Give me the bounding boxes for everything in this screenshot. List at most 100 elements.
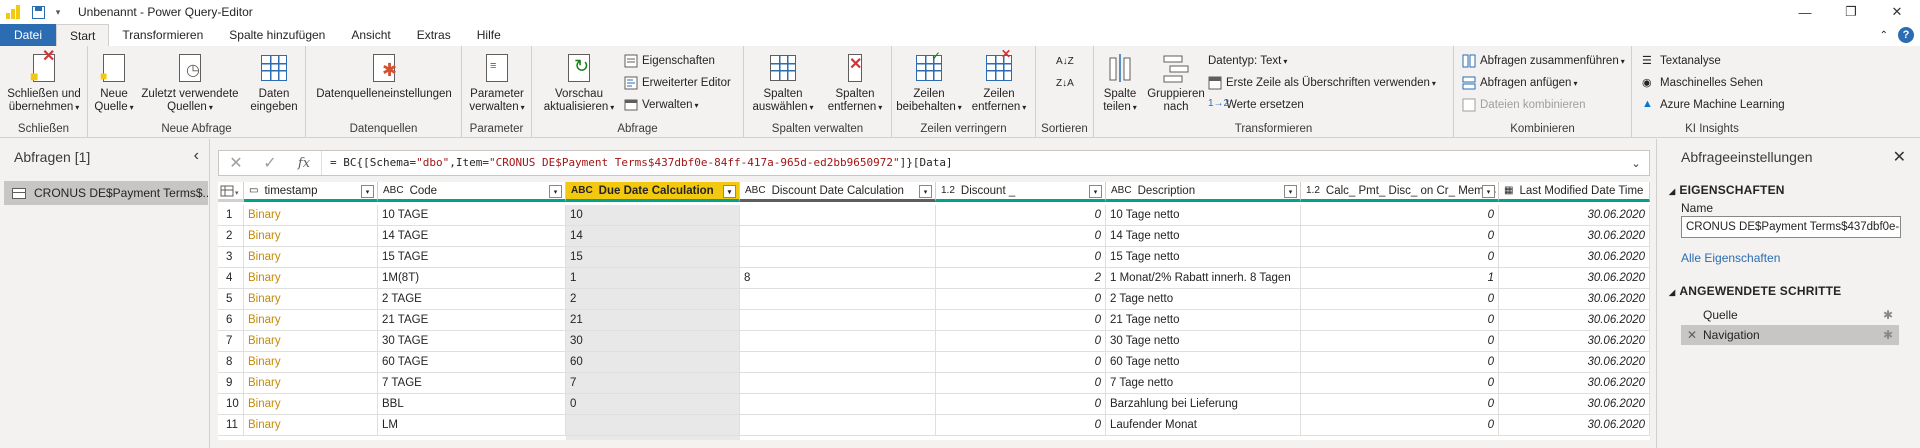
group-by-button[interactable]: Gruppieren nach: [1142, 52, 1210, 114]
table-cell[interactable]: 8: [740, 268, 936, 289]
table-cell[interactable]: 15 TAGE: [378, 247, 566, 268]
table-cell[interactable]: 30 TAGE: [378, 331, 566, 352]
column-header[interactable]: ▦ Last Modified Date Time: [1499, 182, 1650, 202]
combine-files-button[interactable]: Dateien kombinieren: [1462, 96, 1585, 114]
row-number[interactable]: 11: [218, 415, 244, 436]
advanced-editor-button[interactable]: Erweiterter Editor: [624, 74, 731, 92]
table-cell[interactable]: 0: [936, 415, 1106, 436]
filter-dropdown-icon[interactable]: ▾: [1482, 185, 1495, 198]
table-cell[interactable]: 7 Tage netto: [1106, 373, 1301, 394]
tab-ansicht[interactable]: Ansicht: [338, 24, 403, 46]
table-cell[interactable]: 15 Tage netto: [1106, 247, 1301, 268]
table-cell[interactable]: 0: [936, 247, 1106, 268]
table-cell[interactable]: 14 TAGE: [378, 226, 566, 247]
column-type-icon[interactable]: 1.2: [941, 185, 955, 196]
replace-values-button[interactable]: 1→2 Werte ersetzen: [1208, 96, 1304, 114]
table-cell[interactable]: 0: [936, 373, 1106, 394]
column-type-icon[interactable]: ▦: [1504, 185, 1513, 196]
table-cell[interactable]: [566, 415, 740, 436]
filter-dropdown-icon[interactable]: ▾: [1284, 185, 1297, 198]
datatype-dropdown[interactable]: Datentyp: Text ▾: [1208, 52, 1287, 70]
table-cell[interactable]: 30.06.2020: [1499, 394, 1650, 415]
binary-link[interactable]: Binary: [244, 226, 378, 247]
table-cell[interactable]: 30.06.2020: [1499, 331, 1650, 352]
collapse-panel-icon[interactable]: ‹: [194, 147, 199, 165]
row-number[interactable]: 9: [218, 373, 244, 394]
filter-dropdown-icon[interactable]: ▾: [723, 185, 736, 198]
vision-button[interactable]: ◉ Maschinelles Sehen: [1642, 74, 1763, 92]
table-cell[interactable]: 1M(8T): [378, 268, 566, 289]
text-analytics-button[interactable]: ☰ Textanalyse: [1642, 52, 1721, 70]
row-number[interactable]: 1: [218, 205, 244, 226]
table-cell[interactable]: 30.06.2020: [1499, 352, 1650, 373]
binary-link[interactable]: Binary: [244, 352, 378, 373]
row-number[interactable]: 8: [218, 352, 244, 373]
table-cell[interactable]: 0: [1301, 205, 1499, 226]
column-header[interactable]: 1.2 Discount _ ▾: [936, 182, 1106, 202]
table-cell[interactable]: 30: [566, 331, 740, 352]
filter-dropdown-icon[interactable]: ▾: [1089, 185, 1102, 198]
table-cell[interactable]: Laufender Monat: [1106, 415, 1301, 436]
recent-sources-button[interactable]: ◷ Zuletzt verwendete Quellen ▾: [138, 52, 242, 114]
step-settings-gear-icon[interactable]: ✱: [1883, 308, 1893, 322]
column-type-icon[interactable]: ABC: [745, 185, 766, 196]
tab-hilfe[interactable]: Hilfe: [464, 24, 514, 46]
confirm-formula-button[interactable]: ✓: [253, 151, 287, 175]
table-cell[interactable]: 0: [1301, 310, 1499, 331]
all-properties-link[interactable]: Alle Eigenschaften: [1681, 251, 1780, 265]
table-cell[interactable]: 21: [566, 310, 740, 331]
table-cell[interactable]: 0: [936, 394, 1106, 415]
column-header[interactable]: ABC Discount Date Calculation ▾: [740, 182, 936, 202]
manage-button[interactable]: Verwalten ▾: [624, 96, 699, 114]
table-cell[interactable]: [740, 373, 936, 394]
column-type-icon[interactable]: ABC: [1111, 185, 1132, 196]
table-cell[interactable]: [740, 289, 936, 310]
fx-icon[interactable]: fx: [287, 156, 321, 171]
expand-formula-icon[interactable]: ⌄: [1623, 157, 1649, 170]
query-item[interactable]: CRONUS DE$Payment Terms$...: [4, 181, 208, 205]
column-header[interactable]: ▭ timestamp ▾: [244, 182, 378, 202]
table-cell[interactable]: 0: [936, 310, 1106, 331]
row-number[interactable]: 7: [218, 331, 244, 352]
row-number[interactable]: 6: [218, 310, 244, 331]
close-icon[interactable]: ✕: [1893, 147, 1906, 167]
applied-steps-section[interactable]: ◢ ANGEWENDETE SCHRITTE: [1669, 284, 1841, 298]
table-cell[interactable]: 0: [566, 394, 740, 415]
column-type-icon[interactable]: ABC: [383, 185, 404, 196]
table-cell[interactable]: 0: [1301, 331, 1499, 352]
table-cell[interactable]: 10 TAGE: [378, 205, 566, 226]
table-cell[interactable]: [740, 205, 936, 226]
table-cell[interactable]: [740, 247, 936, 268]
tab-datei[interactable]: Datei: [0, 24, 57, 46]
table-cell[interactable]: 0: [1301, 226, 1499, 247]
table-cell[interactable]: 30.06.2020: [1499, 289, 1650, 310]
append-queries-button[interactable]: Abfragen anfügen ▾: [1462, 74, 1577, 92]
binary-link[interactable]: Binary: [244, 247, 378, 268]
sort-descending-button[interactable]: Z↓A: [1056, 74, 1074, 92]
column-header[interactable]: ABC Code ▾: [378, 182, 566, 202]
table-cell[interactable]: 30.06.2020: [1499, 415, 1650, 436]
keep-rows-button[interactable]: ✓ Zeilen beibehalten ▾: [894, 50, 964, 114]
filter-dropdown-icon[interactable]: ▾: [919, 185, 932, 198]
filter-dropdown-icon[interactable]: ▾: [549, 185, 562, 198]
column-type-icon[interactable]: ▭: [249, 185, 258, 196]
row-number[interactable]: 2: [218, 226, 244, 247]
step-quelle[interactable]: Quelle ✱: [1681, 305, 1899, 325]
table-cell[interactable]: 30.06.2020: [1499, 268, 1650, 289]
binary-link[interactable]: Binary: [244, 205, 378, 226]
binary-link[interactable]: Binary: [244, 373, 378, 394]
row-number[interactable]: 3: [218, 247, 244, 268]
choose-columns-button[interactable]: Spalten auswählen ▾: [748, 52, 818, 114]
binary-link[interactable]: Binary: [244, 289, 378, 310]
azure-ml-button[interactable]: ▲ Azure Machine Learning: [1642, 96, 1785, 114]
table-cell[interactable]: 2 Tage netto: [1106, 289, 1301, 310]
table-cell[interactable]: LM: [378, 415, 566, 436]
binary-link[interactable]: Binary: [244, 310, 378, 331]
column-type-icon[interactable]: 1.2: [1306, 185, 1320, 196]
table-cell[interactable]: 1: [1301, 268, 1499, 289]
binary-link[interactable]: Binary: [244, 415, 378, 436]
tab-extras[interactable]: Extras: [404, 24, 464, 46]
split-column-button[interactable]: Spalte teilen ▾: [1098, 52, 1142, 114]
quick-access-dropdown-icon[interactable]: ▾: [50, 4, 66, 20]
table-cell[interactable]: 0: [1301, 247, 1499, 268]
